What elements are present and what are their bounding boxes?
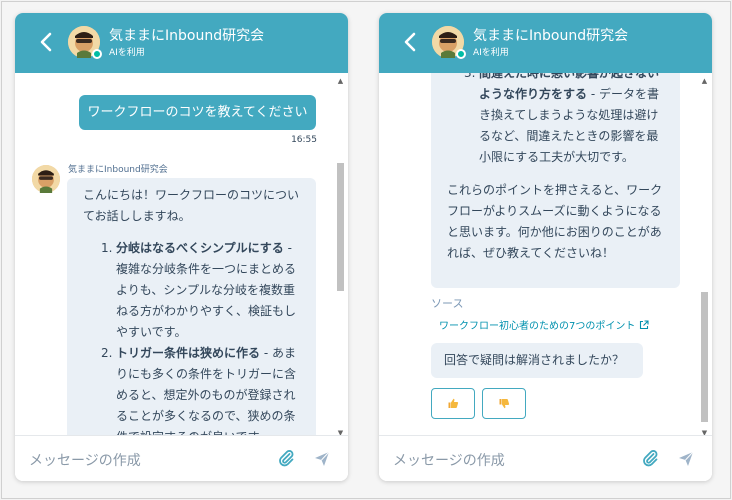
- list-item: 2. トリガー条件は狭めに作る - あまりにも多くの条件をトリガーに含めると、想定…: [101, 343, 300, 441]
- bot-message-bubble: 3. 間違えた時に悪い影響が起きないような作り方をする - データを書き換えてしま…: [431, 73, 680, 288]
- avatar: [68, 26, 102, 59]
- chevron-left-icon: [404, 32, 416, 52]
- scroll-thumb[interactable]: [701, 292, 708, 422]
- chevron-left-icon: [40, 32, 52, 52]
- source-link[interactable]: ワークフロー初心者のための7つのポイント: [439, 317, 649, 332]
- bot-message-closing: これらのポイントを押さえると、ワークフローがよりスムーズに動くようになると思いま…: [447, 183, 663, 260]
- list-item-body: - 複雑な分岐条件を一つにまとめるよりも、シンプルな分岐を複数重ねる方がわかりや…: [116, 241, 297, 339]
- chat-widget-right: 気ままにInbound研究会 AIを利用 3. 間違えた時に悪い影響が起きないよう…: [379, 13, 712, 481]
- bot-avatar: [32, 165, 60, 193]
- source-label: ソース: [431, 297, 464, 310]
- back-button[interactable]: [39, 29, 59, 55]
- tips-list: 1. 分岐はなるべくシンプルにする - 複雑な分岐条件を一つにまとめるよりも、シン…: [83, 238, 300, 441]
- scroll-up-arrow-icon[interactable]: ▲: [336, 77, 345, 85]
- message-composer: メッセージの作成: [379, 435, 712, 481]
- list-item-title: トリガー条件は狭めに作る: [116, 346, 261, 360]
- send-icon: [315, 451, 330, 466]
- message-composer: メッセージの作成: [15, 435, 348, 481]
- scrollbar[interactable]: ▲ ▼: [336, 77, 345, 437]
- feedback-question: 回答で疑問は解消されましたか？: [431, 343, 643, 378]
- paperclip-icon: [643, 450, 658, 467]
- online-status-indicator: [456, 49, 466, 59]
- scroll-thumb[interactable]: [337, 163, 344, 291]
- bot-name: 気ままにInbound研究会: [68, 165, 168, 175]
- message-list[interactable]: ワークフローのコツを教えてください 16:55 気ままにInbound研究会 こ…: [15, 73, 348, 441]
- message-input[interactable]: メッセージの作成: [29, 450, 141, 470]
- chat-subtitle: AIを利用: [473, 48, 509, 58]
- chat-subtitle: AIを利用: [109, 48, 145, 58]
- thumbs-down-icon: [499, 399, 510, 409]
- attach-button[interactable]: [641, 449, 659, 467]
- list-item-number: 3.: [464, 73, 476, 80]
- list-item: 1. 分岐はなるべくシンプルにする - 複雑な分岐条件を一つにまとめるよりも、シン…: [101, 238, 300, 343]
- tips-list: 3. 間違えた時に悪い影響が起きないような作り方をする - データを書き換えてしま…: [447, 73, 664, 168]
- chat-header: 気ままにInbound研究会 AIを利用: [379, 13, 712, 73]
- list-item-title: 分岐はなるべくシンプルにする: [116, 241, 284, 255]
- back-button[interactable]: [403, 29, 423, 55]
- bot-message-bubble: こんにちは！ワークフローのコツについてお話ししますね。 1. 分岐はなるべくシンプ…: [67, 178, 316, 441]
- external-link-icon: [640, 320, 649, 330]
- scroll-up-arrow-icon[interactable]: ▲: [700, 77, 709, 85]
- list-item-number: 2.: [101, 346, 113, 360]
- chat-widget-left: 気ままにInbound研究会 AIを利用 ワークフローのコツを教えてください 1…: [15, 13, 348, 481]
- send-button[interactable]: [677, 450, 695, 468]
- thumbs-up-icon: [448, 398, 459, 408]
- thumbs-down-button[interactable]: [482, 388, 526, 419]
- message-timestamp: 16:55: [291, 135, 317, 145]
- thumbs-up-button[interactable]: [431, 388, 475, 419]
- source-link-text[interactable]: ワークフロー初心者のための7つのポイント: [439, 321, 635, 332]
- bot-message-intro: こんにちは！ワークフローのコツについてお話ししますね。: [83, 188, 300, 223]
- chat-header: 気ままにInbound研究会 AIを利用: [15, 13, 348, 73]
- list-item-number: 1.: [101, 241, 113, 255]
- user-message-bubble: ワークフローのコツを教えてください: [79, 95, 316, 130]
- chat-title: 気ままにInbound研究会: [109, 28, 265, 44]
- screenshot-frame: 気ままにInbound研究会 AIを利用 ワークフローのコツを教えてください 1…: [1, 1, 731, 499]
- send-icon: [679, 451, 694, 466]
- scrollbar[interactable]: ▲ ▼: [700, 77, 709, 437]
- attach-button[interactable]: [277, 449, 295, 467]
- send-button[interactable]: [313, 450, 331, 468]
- message-input[interactable]: メッセージの作成: [393, 450, 505, 470]
- online-status-indicator: [92, 49, 102, 59]
- paperclip-icon: [279, 450, 294, 467]
- message-list[interactable]: 3. 間違えた時に悪い影響が起きないような作り方をする - データを書き換えてしま…: [379, 73, 712, 441]
- list-item-body: - あまりにも多くの条件をトリガーに含めると、想定外のものが登録されることが多く…: [116, 346, 297, 441]
- avatar: [432, 26, 466, 59]
- list-item: 3. 間違えた時に悪い影響が起きないような作り方をする - データを書き換えてしま…: [464, 73, 664, 168]
- chat-title: 気ままにInbound研究会: [473, 28, 629, 44]
